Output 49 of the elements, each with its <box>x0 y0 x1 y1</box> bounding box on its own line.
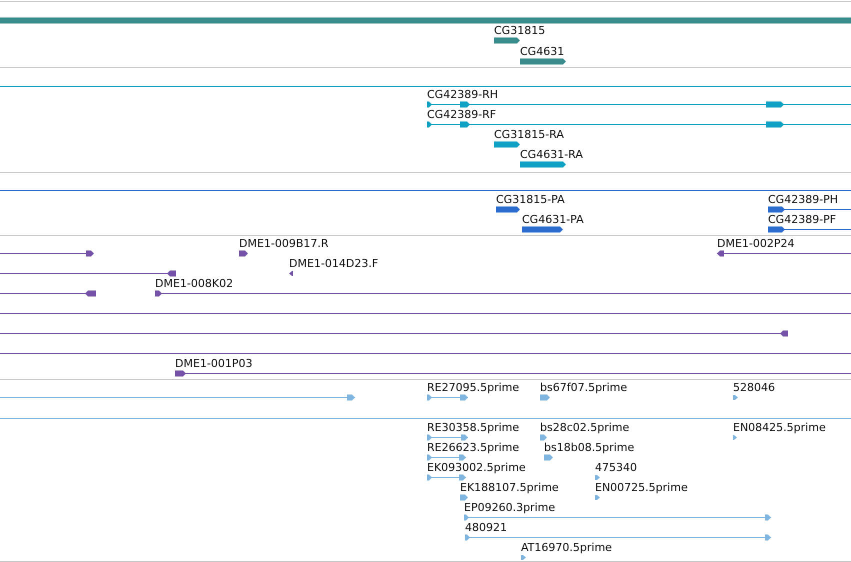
feature-glyph[interactable] <box>154 290 851 296</box>
feature-label: bs67f07.5prime <box>540 381 628 394</box>
feature-label: EP09260.3prime <box>464 501 556 514</box>
feature-glyph[interactable] <box>520 162 566 168</box>
feature-glyph[interactable] <box>426 102 851 108</box>
feature-label: 480921 <box>465 521 507 534</box>
feature-label: DME1-001P03 <box>175 357 253 370</box>
feature-glyph[interactable] <box>768 206 851 212</box>
feature-label: bs18b08.5prime <box>544 441 634 454</box>
feature-glyph[interactable] <box>716 250 851 256</box>
feature-label: EN08425.5prime <box>733 421 826 434</box>
feature-glyph[interactable] <box>522 226 563 232</box>
feature-glyph[interactable] <box>494 142 520 148</box>
feature-label: bs28c02.5prime <box>540 421 630 434</box>
feature-glyph[interactable] <box>0 290 96 296</box>
feature-label: EN00725.5prime <box>595 481 688 494</box>
feature-label: DME1-009B17.R <box>239 237 329 250</box>
feature-label: CG31815-PA <box>496 193 565 206</box>
feature-label: CG42389-RH <box>427 88 498 101</box>
feature-label: EK093002.5prime <box>427 461 526 474</box>
feature-glyph[interactable] <box>520 58 566 64</box>
feature-label: 528046 <box>733 381 775 394</box>
feature-glyph[interactable] <box>174 370 851 376</box>
feature-label: EK188107.5prime <box>460 481 559 494</box>
feature-label: RE30358.5prime <box>427 421 520 434</box>
feature-glyph[interactable] <box>426 122 851 128</box>
feature-label: CG42389-PF <box>768 213 836 226</box>
feature-label: 475340 <box>595 461 637 474</box>
feature-label: CG42389-PH <box>768 193 838 206</box>
feature-label: CG42389-RF <box>427 108 496 121</box>
feature-label: AT16970.5prime <box>521 541 612 554</box>
feature-label: DME1-014D23.F <box>289 257 378 270</box>
feature-glyph[interactable] <box>0 250 94 256</box>
feature-label: RE27095.5prime <box>427 381 520 394</box>
feature-glyph[interactable] <box>494 38 520 44</box>
feature-label: CG31815 <box>494 24 546 37</box>
feature-label: CG4631-PA <box>522 213 584 226</box>
feature-glyph[interactable] <box>496 206 520 212</box>
feature-glyph[interactable] <box>289 271 293 276</box>
feature-glyph[interactable] <box>0 330 788 336</box>
feature-label: DME1-008K02 <box>155 277 234 290</box>
feature-label: CG4631 <box>520 45 564 58</box>
feature-label: CG4631-RA <box>520 148 583 161</box>
feature-label: DME1-002P24 <box>717 237 795 250</box>
feature-glyph[interactable] <box>768 226 851 232</box>
feature-label: CG31815-RA <box>494 128 564 141</box>
feature-label: RE26623.5prime <box>427 441 520 454</box>
feature-glyph[interactable] <box>239 250 248 256</box>
feature-glyph[interactable] <box>0 270 176 276</box>
